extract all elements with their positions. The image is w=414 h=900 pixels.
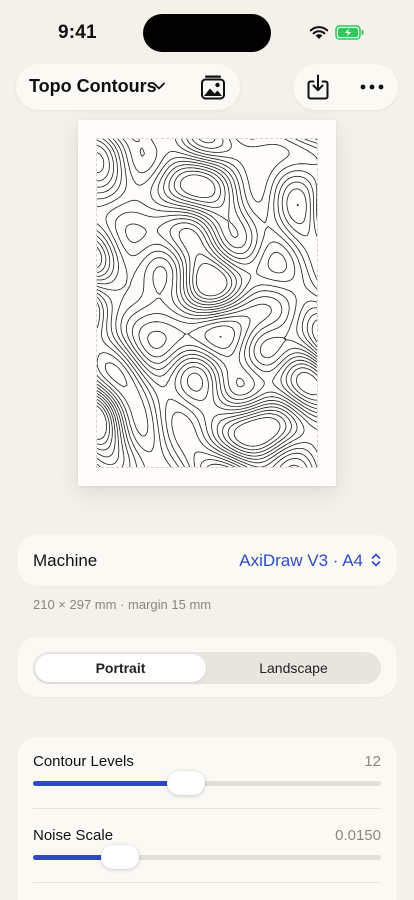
battery-icon	[335, 25, 364, 40]
param-label: Noise Scale	[33, 827, 114, 844]
slider-fill	[33, 781, 187, 786]
machine-selector[interactable]: Machine AxiDraw V3 · A4	[17, 535, 397, 586]
photo-gallery-icon[interactable]	[199, 73, 227, 101]
param-label: Contour Levels	[33, 753, 134, 770]
ellipsis-icon[interactable]	[359, 78, 385, 96]
status-bar: 9:41	[0, 0, 414, 60]
paper-size-info: 210 × 297 mm · margin 15 mm	[33, 597, 212, 612]
project-title-menu[interactable]: Topo Contours	[16, 64, 240, 110]
param-contour-levels: Contour Levels 12	[33, 753, 381, 807]
slider-track[interactable]	[33, 855, 381, 860]
plot-drawing-area	[96, 138, 318, 468]
slider-thumb[interactable]	[167, 771, 206, 795]
divider	[33, 808, 381, 809]
param-value: 0.0150	[335, 827, 381, 844]
orientation-segmented-control: Portrait Landscape	[33, 652, 381, 684]
divider	[33, 882, 381, 883]
slider-thumb[interactable]	[101, 845, 139, 869]
chevron-up-down-icon	[371, 553, 381, 567]
project-title[interactable]: Topo Contours	[29, 76, 157, 97]
machine-value[interactable]: AxiDraw V3 · A4	[239, 551, 363, 571]
slider-track[interactable]	[33, 781, 381, 786]
actions-group	[293, 64, 398, 110]
orientation-landscape[interactable]: Landscape	[208, 654, 379, 682]
dynamic-island	[143, 14, 271, 52]
chevron-down-icon	[153, 82, 165, 90]
param-value: 12	[364, 753, 381, 770]
status-time: 9:41	[58, 22, 97, 43]
param-noise-scale: Noise Scale 0.0150	[33, 827, 381, 881]
contour-lines	[97, 139, 317, 467]
orientation-portrait[interactable]: Portrait	[35, 654, 206, 682]
machine-label: Machine	[33, 551, 98, 570]
topographic-contours	[97, 139, 317, 467]
plot-preview-paper	[78, 120, 336, 486]
orientation-card: Portrait Landscape	[17, 637, 397, 697]
wifi-icon	[309, 26, 329, 39]
download-icon[interactable]	[305, 73, 331, 101]
parameters-card: Contour Levels 12 Noise Scale 0.0150	[17, 737, 397, 900]
